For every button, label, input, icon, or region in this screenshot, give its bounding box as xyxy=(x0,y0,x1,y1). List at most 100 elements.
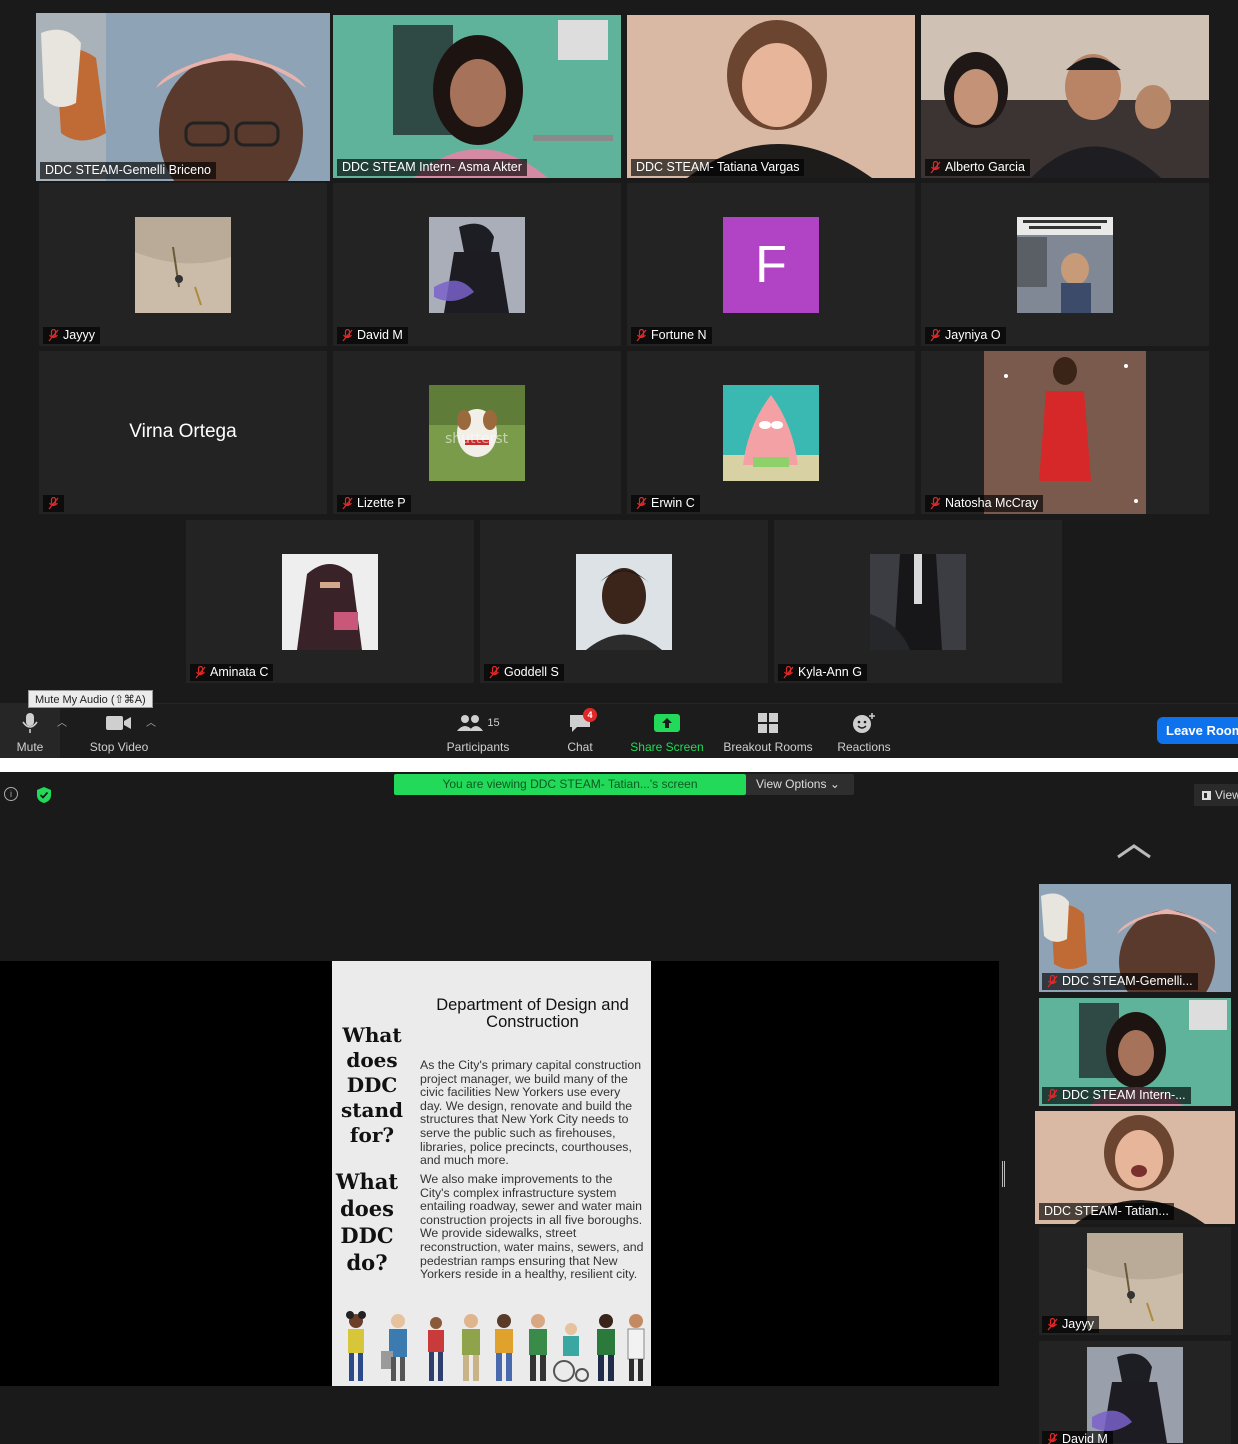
chat-bubble-icon: 4 xyxy=(568,708,597,736)
meeting-toolbar: Mute ︿ Stop Video ︿ 15 Participants 4 Ch… xyxy=(0,703,1238,759)
participant-name-tag: David M xyxy=(1042,1431,1113,1444)
mute-button[interactable]: Mute xyxy=(0,704,60,759)
sidebar-video-jayyy[interactable]: Jayyy xyxy=(1039,1227,1231,1335)
breakout-rooms-button[interactable]: Breakout Rooms xyxy=(718,704,818,759)
profile-picture-david xyxy=(429,216,525,313)
person-figure-3 xyxy=(428,1317,444,1381)
participant-tile-virna[interactable]: Virna Ortega xyxy=(39,351,327,514)
participant-tile-tatiana[interactable]: DDC STEAM- Tatiana Vargas xyxy=(627,15,915,178)
participant-name-tag: DDC STEAM Intern- Asma Akter xyxy=(337,159,527,176)
info-icon[interactable]: i xyxy=(4,787,18,801)
participant-name-tag: Natosha McCray xyxy=(925,495,1044,512)
participant-name-tag: Alberto Garcia xyxy=(925,159,1030,176)
participant-name-tag: Aminata C xyxy=(190,664,274,681)
participant-tile-gemelli[interactable]: DDC STEAM-Gemelli Briceno xyxy=(36,13,330,181)
participant-name-tag: Fortune N xyxy=(631,327,712,344)
participant-tile-natosha[interactable]: Natosha McCray xyxy=(921,351,1209,514)
video-feed-alberto xyxy=(921,15,1209,178)
video-feed-gemelli xyxy=(36,13,330,181)
slide-paragraph-1: As the City's primary capital constructi… xyxy=(420,1058,642,1168)
profile-picture-lizette: shutterst xyxy=(429,384,525,481)
participant-tile-asma[interactable]: DDC STEAM Intern- Asma Akter xyxy=(333,15,621,178)
muted-mic-icon xyxy=(1047,1433,1058,1444)
view-layout-button[interactable]: View xyxy=(1194,784,1238,806)
participant-tile-jayniya[interactable]: Jayniya O xyxy=(921,183,1209,346)
shared-screen-content[interactable]: Department of Design and Construction Wh… xyxy=(0,961,999,1386)
slide-title: Department of Design and Construction xyxy=(436,996,629,1031)
profile-picture-david xyxy=(1087,1347,1183,1443)
person-figure-1 xyxy=(346,1311,366,1381)
participant-name-tag: Lizette P xyxy=(337,495,411,512)
video-feed-tatiana xyxy=(627,15,915,178)
muted-mic-icon xyxy=(636,497,647,510)
share-screen-view: i You are viewing DDC STEAM- Tatian...'s… xyxy=(0,772,1238,1444)
participant-tile-erwin[interactable]: Erwin C xyxy=(627,351,915,514)
muted-mic-icon xyxy=(1047,975,1058,988)
person-figure-4 xyxy=(462,1314,480,1381)
participant-name-tag: Jayyy xyxy=(1042,1316,1099,1333)
mute-tooltip: Mute My Audio (⇧⌘A) xyxy=(28,690,153,708)
sidebar-video-gemelli[interactable]: DDC STEAM-Gemelli... xyxy=(1039,884,1231,992)
muted-mic-icon xyxy=(930,161,941,174)
breakout-rooms-icon xyxy=(757,710,779,736)
participant-name-tag: Goddell S xyxy=(484,664,564,681)
chat-unread-badge: 4 xyxy=(583,708,597,722)
sidebar-video-david[interactable]: David M xyxy=(1039,1341,1231,1444)
sidebar-video-tatiana[interactable]: DDC STEAM- Tatian... xyxy=(1035,1111,1235,1224)
muted-mic-icon xyxy=(489,666,500,679)
muted-mic-icon xyxy=(783,666,794,679)
participant-tile-kyla[interactable]: Kyla-Ann G xyxy=(774,520,1062,683)
participant-tile-fortune[interactable]: F Fortune N xyxy=(627,183,915,346)
participant-tile-jayyy[interactable]: Jayyy xyxy=(39,183,327,346)
muted-mic-icon xyxy=(342,497,353,510)
layout-icon xyxy=(1202,791,1211,800)
participant-tile-david[interactable]: David M xyxy=(333,183,621,346)
share-screen-icon xyxy=(654,710,680,736)
leave-room-button[interactable]: Leave Room xyxy=(1157,717,1238,744)
person-figure-6 xyxy=(529,1314,547,1381)
chat-button[interactable]: 4 Chat xyxy=(556,704,604,759)
zoom-composite-screenshot: DDC STEAM-Gemelli Briceno DDC STEAM Inte… xyxy=(0,0,1238,1444)
participants-button[interactable]: 15 Participants xyxy=(440,704,516,759)
video-feed-asma xyxy=(333,15,621,178)
panel-resize-handle[interactable] xyxy=(1002,1161,1005,1187)
sidebar-video-asma[interactable]: DDC STEAM Intern-... xyxy=(1039,998,1231,1106)
muted-mic-icon xyxy=(195,666,206,679)
participant-tile-alberto[interactable]: Alberto Garcia xyxy=(921,15,1209,178)
person-figure-8 xyxy=(597,1314,615,1381)
profile-picture-kyla xyxy=(870,553,966,650)
video-feed-natosha xyxy=(921,351,1209,514)
muted-mic-icon xyxy=(1047,1089,1058,1102)
letter-avatar-fortune: F xyxy=(723,216,819,313)
muted-mic-icon xyxy=(48,497,59,510)
participant-name-tag: Erwin C xyxy=(631,495,700,512)
share-screen-button[interactable]: Share Screen xyxy=(626,704,708,759)
view-options-dropdown[interactable]: View Options ⌄ xyxy=(746,774,854,795)
participant-name-tag: DDC STEAM-Gemelli... xyxy=(1042,973,1198,990)
person-figure-9 xyxy=(627,1314,645,1381)
slide-paragraph-2: We also make improvements to the City's … xyxy=(420,1172,644,1282)
participant-name-tag: Kyla-Ann G xyxy=(778,664,867,681)
participant-tile-lizette[interactable]: shutterst Lizette P xyxy=(333,351,621,514)
participant-tile-aminata[interactable]: Aminata C xyxy=(186,520,474,683)
chevron-up-icon[interactable] xyxy=(1116,843,1152,859)
profile-picture-erwin xyxy=(723,384,819,481)
encryption-shield-icon[interactable] xyxy=(36,786,52,804)
participant-tile-goddell[interactable]: Goddell S xyxy=(480,520,768,683)
audio-options-caret-icon[interactable]: ︿ xyxy=(57,714,67,729)
participants-count: 15 xyxy=(487,717,500,729)
microphone-icon xyxy=(22,710,38,736)
illustrated-people-graphic xyxy=(346,1311,645,1382)
profile-picture-aminata xyxy=(282,553,378,650)
participant-name-tag: DDC STEAM- Tatiana Vargas xyxy=(631,159,805,176)
reactions-button[interactable]: Reactions xyxy=(832,704,896,759)
participant-name-tag: David M xyxy=(337,327,408,344)
profile-picture-goddell xyxy=(576,553,672,650)
video-camera-icon xyxy=(106,710,132,736)
muted-mic-icon xyxy=(48,329,59,342)
stop-video-button[interactable]: Stop Video xyxy=(80,704,158,759)
video-options-caret-icon[interactable]: ︿ xyxy=(146,714,156,729)
participant-display-name: Virna Ortega xyxy=(129,421,237,442)
participant-name-tag: Jayniya O xyxy=(925,327,1006,344)
muted-mic-icon xyxy=(342,329,353,342)
